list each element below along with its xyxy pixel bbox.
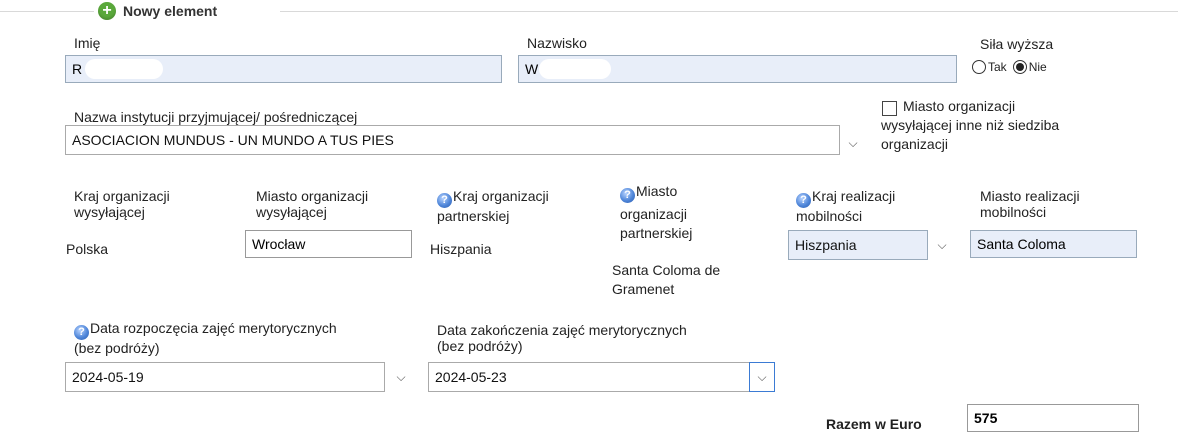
- partner-city-label-line3: partnerskiej: [620, 225, 693, 241]
- mobility-country-label-line2: mobilności: [796, 208, 863, 224]
- last-name-label: Nazwisko: [527, 35, 587, 51]
- different-city-label-line2: wysyłającej inne niż siedziba: [881, 117, 1060, 133]
- end-date-label: Data zakończenia zajęć merytorycznych (b…: [437, 322, 687, 354]
- partner-city-label: ? Miasto organizacji partnerskiej: [620, 183, 692, 241]
- redaction-mask: [85, 59, 163, 79]
- partner-country-label-line1: Kraj organizacji: [453, 188, 549, 204]
- mobility-country-label: ? Kraj realizacji mobilności: [796, 188, 895, 224]
- sending-city-label-line2: wysyłającej: [256, 204, 327, 220]
- radio-tak-label: Tak: [988, 60, 1007, 74]
- info-icon[interactable]: ?: [437, 193, 452, 208]
- mobility-city-field[interactable]: Santa Coloma: [970, 230, 1137, 258]
- total-euro-field[interactable]: 575: [967, 404, 1139, 432]
- end-date-label-line2: (bez podróży): [437, 338, 523, 354]
- fieldset-border-right: [280, 11, 1178, 12]
- mobility-city-label-line1: Miasto realizacji: [980, 188, 1080, 204]
- radio-nie-label: Nie: [1028, 60, 1047, 74]
- radio-tak[interactable]: [972, 60, 986, 74]
- info-icon[interactable]: ?: [74, 325, 89, 340]
- different-city-label: Miasto organizacji wysyłającej inne niż …: [881, 98, 1141, 152]
- partner-city-label-line1: Miasto: [636, 183, 678, 199]
- end-date-value: 2024-05-23: [435, 369, 507, 385]
- different-city-label-line1: Miasto organizacji: [903, 98, 1016, 114]
- fieldset-border-left: [0, 11, 94, 12]
- partner-city-value: Santa Coloma de Gramenet: [612, 262, 720, 297]
- total-euro-label: Razem w Euro: [826, 416, 922, 432]
- first-name-label: Imię: [74, 35, 101, 51]
- sending-country-label-line2: wysyłającej: [74, 204, 145, 220]
- chevron-down-icon[interactable]: ⌵: [844, 128, 862, 158]
- start-date-select[interactable]: 2024-05-19: [65, 362, 385, 392]
- fieldset-legend: + Nowy element: [94, 0, 222, 22]
- start-date-label: ? Data rozpoczęcia zajęć merytorycznych (…: [74, 320, 337, 356]
- start-date-label-line1: Data rozpoczęcia zajęć merytorycznych: [90, 320, 337, 336]
- force-majeure-radio-group: Tak Nie: [972, 60, 1047, 74]
- partner-city-value-line2: Gramenet: [612, 281, 675, 297]
- first-name-value: R: [72, 61, 83, 77]
- partner-country-value: Hiszpania: [430, 241, 492, 257]
- mobility-city-label-line2: mobilności: [980, 204, 1047, 220]
- info-icon[interactable]: ?: [620, 188, 635, 203]
- end-date-label-line1: Data zakończenia zajęć merytorycznych: [437, 322, 687, 338]
- sending-country-label-line1: Kraj organizacji: [74, 188, 170, 204]
- mobility-country-select[interactable]: Hiszpania: [788, 230, 928, 260]
- chevron-down-icon[interactable]: ⌵: [749, 362, 775, 392]
- force-majeure-label: Siła wyższa: [980, 36, 1054, 52]
- sending-city-label: Miasto organizacji wysyłającej: [256, 188, 368, 220]
- partner-city-value-line1: Santa Coloma de: [612, 262, 721, 278]
- radio-nie[interactable]: [1012, 60, 1027, 74]
- sending-city-value: Wrocław: [252, 236, 306, 252]
- sending-country-value: Polska: [66, 241, 109, 257]
- total-euro-value: 575: [974, 410, 998, 426]
- redaction-mask: [539, 59, 611, 79]
- chevron-down-icon[interactable]: ⌵: [933, 230, 951, 260]
- start-date-label-line2: (bez podróży): [74, 340, 160, 356]
- start-date-value: 2024-05-19: [72, 369, 144, 385]
- last-name-value: W: [525, 61, 539, 77]
- sending-country-label: Kraj organizacji wysyłającej: [74, 188, 170, 220]
- mobility-city-label: Miasto realizacji mobilności: [980, 188, 1080, 220]
- chevron-down-icon[interactable]: ⌵: [392, 362, 410, 392]
- institution-select[interactable]: ASOCIACION MUNDUS - UN MUNDO A TUS PIES: [65, 125, 840, 155]
- end-date-select[interactable]: 2024-05-23: [428, 362, 750, 392]
- partner-country-label: ? Kraj organizacji partnerskiej: [437, 188, 549, 224]
- institution-label: Nazwa instytucji przyjmującej/ pośrednic…: [74, 109, 358, 125]
- mobility-country-label-line1: Kraj realizacji: [812, 188, 896, 204]
- different-city-label-line3: organizacji: [881, 136, 948, 152]
- sending-city-label-line1: Miasto organizacji: [256, 188, 369, 204]
- info-icon[interactable]: ?: [796, 193, 811, 208]
- institution-value: ASOCIACION MUNDUS - UN MUNDO A TUS PIES: [72, 132, 394, 148]
- sending-city-field[interactable]: Wrocław: [245, 230, 412, 258]
- partner-city-label-line2: organizacji: [620, 206, 687, 222]
- mobility-city-value: Santa Coloma: [977, 236, 1066, 252]
- legend-title: Nowy element: [123, 3, 218, 19]
- partner-country-label-line2: partnerskiej: [437, 208, 510, 224]
- plus-circle-icon[interactable]: +: [98, 2, 116, 20]
- mobility-country-value: Hiszpania: [795, 237, 857, 253]
